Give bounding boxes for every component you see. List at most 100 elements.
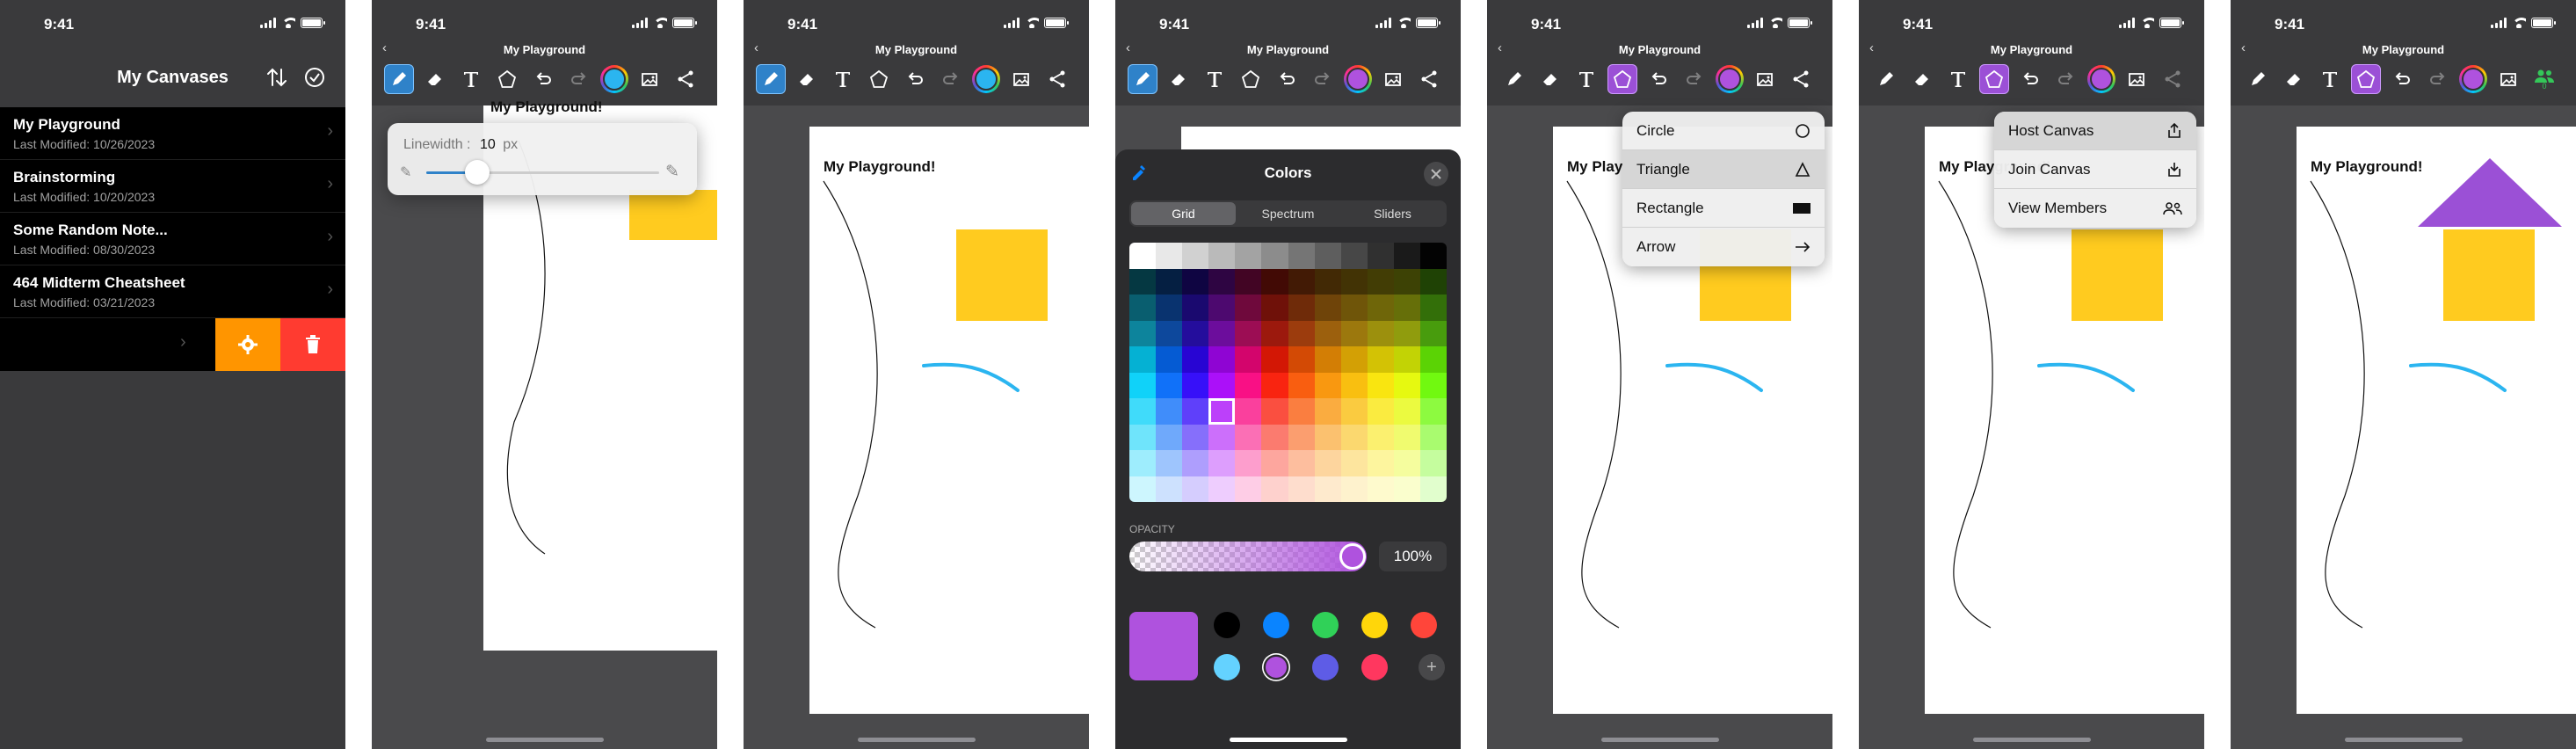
swatch[interactable] [1214, 612, 1240, 638]
color-cell[interactable] [1419, 424, 1447, 450]
undo-button[interactable] [1272, 64, 1302, 94]
color-cell[interactable] [1393, 398, 1420, 425]
list-item-swiped[interactable]: › [0, 318, 345, 371]
color-cell[interactable] [1129, 243, 1157, 269]
color-cell[interactable] [1261, 424, 1288, 450]
color-cell[interactable] [1208, 346, 1236, 373]
swatch[interactable] [1266, 657, 1287, 678]
shape-tool[interactable] [1236, 64, 1266, 94]
color-cell[interactable] [1340, 450, 1368, 476]
color-cell[interactable] [1340, 268, 1368, 295]
color-cell[interactable] [1261, 450, 1288, 476]
opacity-slider-knob[interactable] [1339, 543, 1366, 570]
color-picker-button[interactable] [1344, 65, 1372, 93]
color-cell[interactable] [1182, 398, 1209, 425]
shape-menu-item-rectangle[interactable]: Rectangle [1622, 189, 1825, 228]
swatch[interactable] [1361, 654, 1388, 680]
shape-menu-item-circle[interactable]: Circle [1622, 112, 1825, 150]
color-cell[interactable] [1156, 372, 1183, 398]
color-cell[interactable] [1208, 476, 1236, 502]
color-cell[interactable] [1156, 346, 1183, 373]
color-cell[interactable] [1340, 398, 1368, 425]
shape-tool[interactable] [492, 64, 522, 94]
color-picker-button[interactable] [972, 65, 1000, 93]
color-cell[interactable] [1288, 424, 1315, 450]
color-cell[interactable] [1129, 295, 1157, 321]
color-cell[interactable] [1314, 295, 1341, 321]
shape-tool[interactable] [1607, 64, 1637, 94]
color-cell[interactable] [1261, 476, 1288, 502]
swatch[interactable] [1312, 612, 1339, 638]
color-cell[interactable] [1261, 320, 1288, 346]
color-cell[interactable] [1156, 268, 1183, 295]
color-cell[interactable] [1419, 372, 1447, 398]
color-cell[interactable] [1129, 372, 1157, 398]
gallery-tool[interactable] [1750, 64, 1780, 94]
color-cell[interactable] [1419, 398, 1447, 425]
color-cell[interactable] [1235, 295, 1262, 321]
color-cell[interactable] [1367, 295, 1394, 321]
pencil-tool[interactable] [756, 64, 786, 94]
swatch[interactable] [1312, 654, 1339, 680]
pencil-tool[interactable] [1871, 64, 1901, 94]
shape-tool[interactable] [2351, 64, 2381, 94]
eraser-tool[interactable] [1164, 64, 1194, 94]
color-cell[interactable] [1367, 268, 1394, 295]
color-picker-button[interactable] [2459, 65, 2487, 93]
delete-button[interactable] [280, 318, 345, 371]
color-cell[interactable] [1367, 424, 1394, 450]
color-cell[interactable] [1393, 268, 1420, 295]
eraser-tool[interactable] [792, 64, 822, 94]
color-cell[interactable] [1235, 398, 1262, 425]
swatch[interactable] [1214, 654, 1240, 680]
color-cell[interactable] [1129, 476, 1157, 502]
color-cell[interactable] [1182, 243, 1209, 269]
color-cell[interactable] [1288, 476, 1315, 502]
canvas-paper[interactable]: My Playground! [809, 127, 1089, 714]
color-cell[interactable] [1208, 320, 1236, 346]
text-tool[interactable] [2315, 64, 2345, 94]
linewidth-slider-knob[interactable] [465, 160, 490, 185]
shape-menu-item-triangle[interactable]: Triangle [1622, 150, 1825, 189]
select-checkmark-icon[interactable] [303, 66, 326, 89]
text-tool[interactable] [1571, 64, 1601, 94]
add-swatch-button[interactable]: + [1419, 654, 1445, 680]
canvas-area[interactable]: My Playground! [744, 105, 1089, 749]
undo-button[interactable] [900, 64, 930, 94]
color-cell[interactable] [1340, 424, 1368, 450]
share-button[interactable] [1786, 64, 1816, 94]
color-cell[interactable] [1208, 450, 1236, 476]
share-button[interactable] [1414, 64, 1444, 94]
color-cell[interactable] [1393, 320, 1420, 346]
color-cell[interactable] [1340, 346, 1368, 373]
color-cell[interactable] [1156, 450, 1183, 476]
color-cell[interactable] [1156, 320, 1183, 346]
eraser-tool[interactable] [420, 64, 450, 94]
color-cell[interactable] [1367, 372, 1394, 398]
color-cell[interactable] [1419, 295, 1447, 321]
redo-button[interactable] [2423, 64, 2453, 94]
color-cell[interactable] [1182, 295, 1209, 321]
color-cell[interactable] [1208, 268, 1236, 295]
share-menu-item-members[interactable]: View Members [1994, 189, 2196, 228]
color-cell[interactable] [1288, 295, 1315, 321]
canvas-area[interactable]: My Playground! [2231, 105, 2576, 749]
color-cell[interactable] [1419, 346, 1447, 373]
color-cell[interactable] [1208, 295, 1236, 321]
color-cell[interactable] [1393, 346, 1420, 373]
gallery-tool[interactable] [2122, 64, 2152, 94]
color-cell[interactable] [1288, 243, 1315, 269]
color-cell[interactable] [1340, 372, 1368, 398]
color-cell[interactable] [1261, 268, 1288, 295]
color-cell[interactable] [1235, 450, 1262, 476]
color-cell[interactable] [1367, 398, 1394, 425]
share-button[interactable] [671, 64, 700, 94]
color-cell[interactable] [1393, 243, 1420, 269]
color-cell[interactable] [1235, 268, 1262, 295]
opacity-value[interactable]: 100% [1379, 542, 1447, 571]
color-cell[interactable] [1156, 295, 1183, 321]
color-cell[interactable] [1129, 398, 1157, 425]
text-tool[interactable] [456, 64, 486, 94]
shape-menu-item-arrow[interactable]: Arrow [1622, 228, 1825, 266]
color-cell[interactable] [1314, 450, 1341, 476]
